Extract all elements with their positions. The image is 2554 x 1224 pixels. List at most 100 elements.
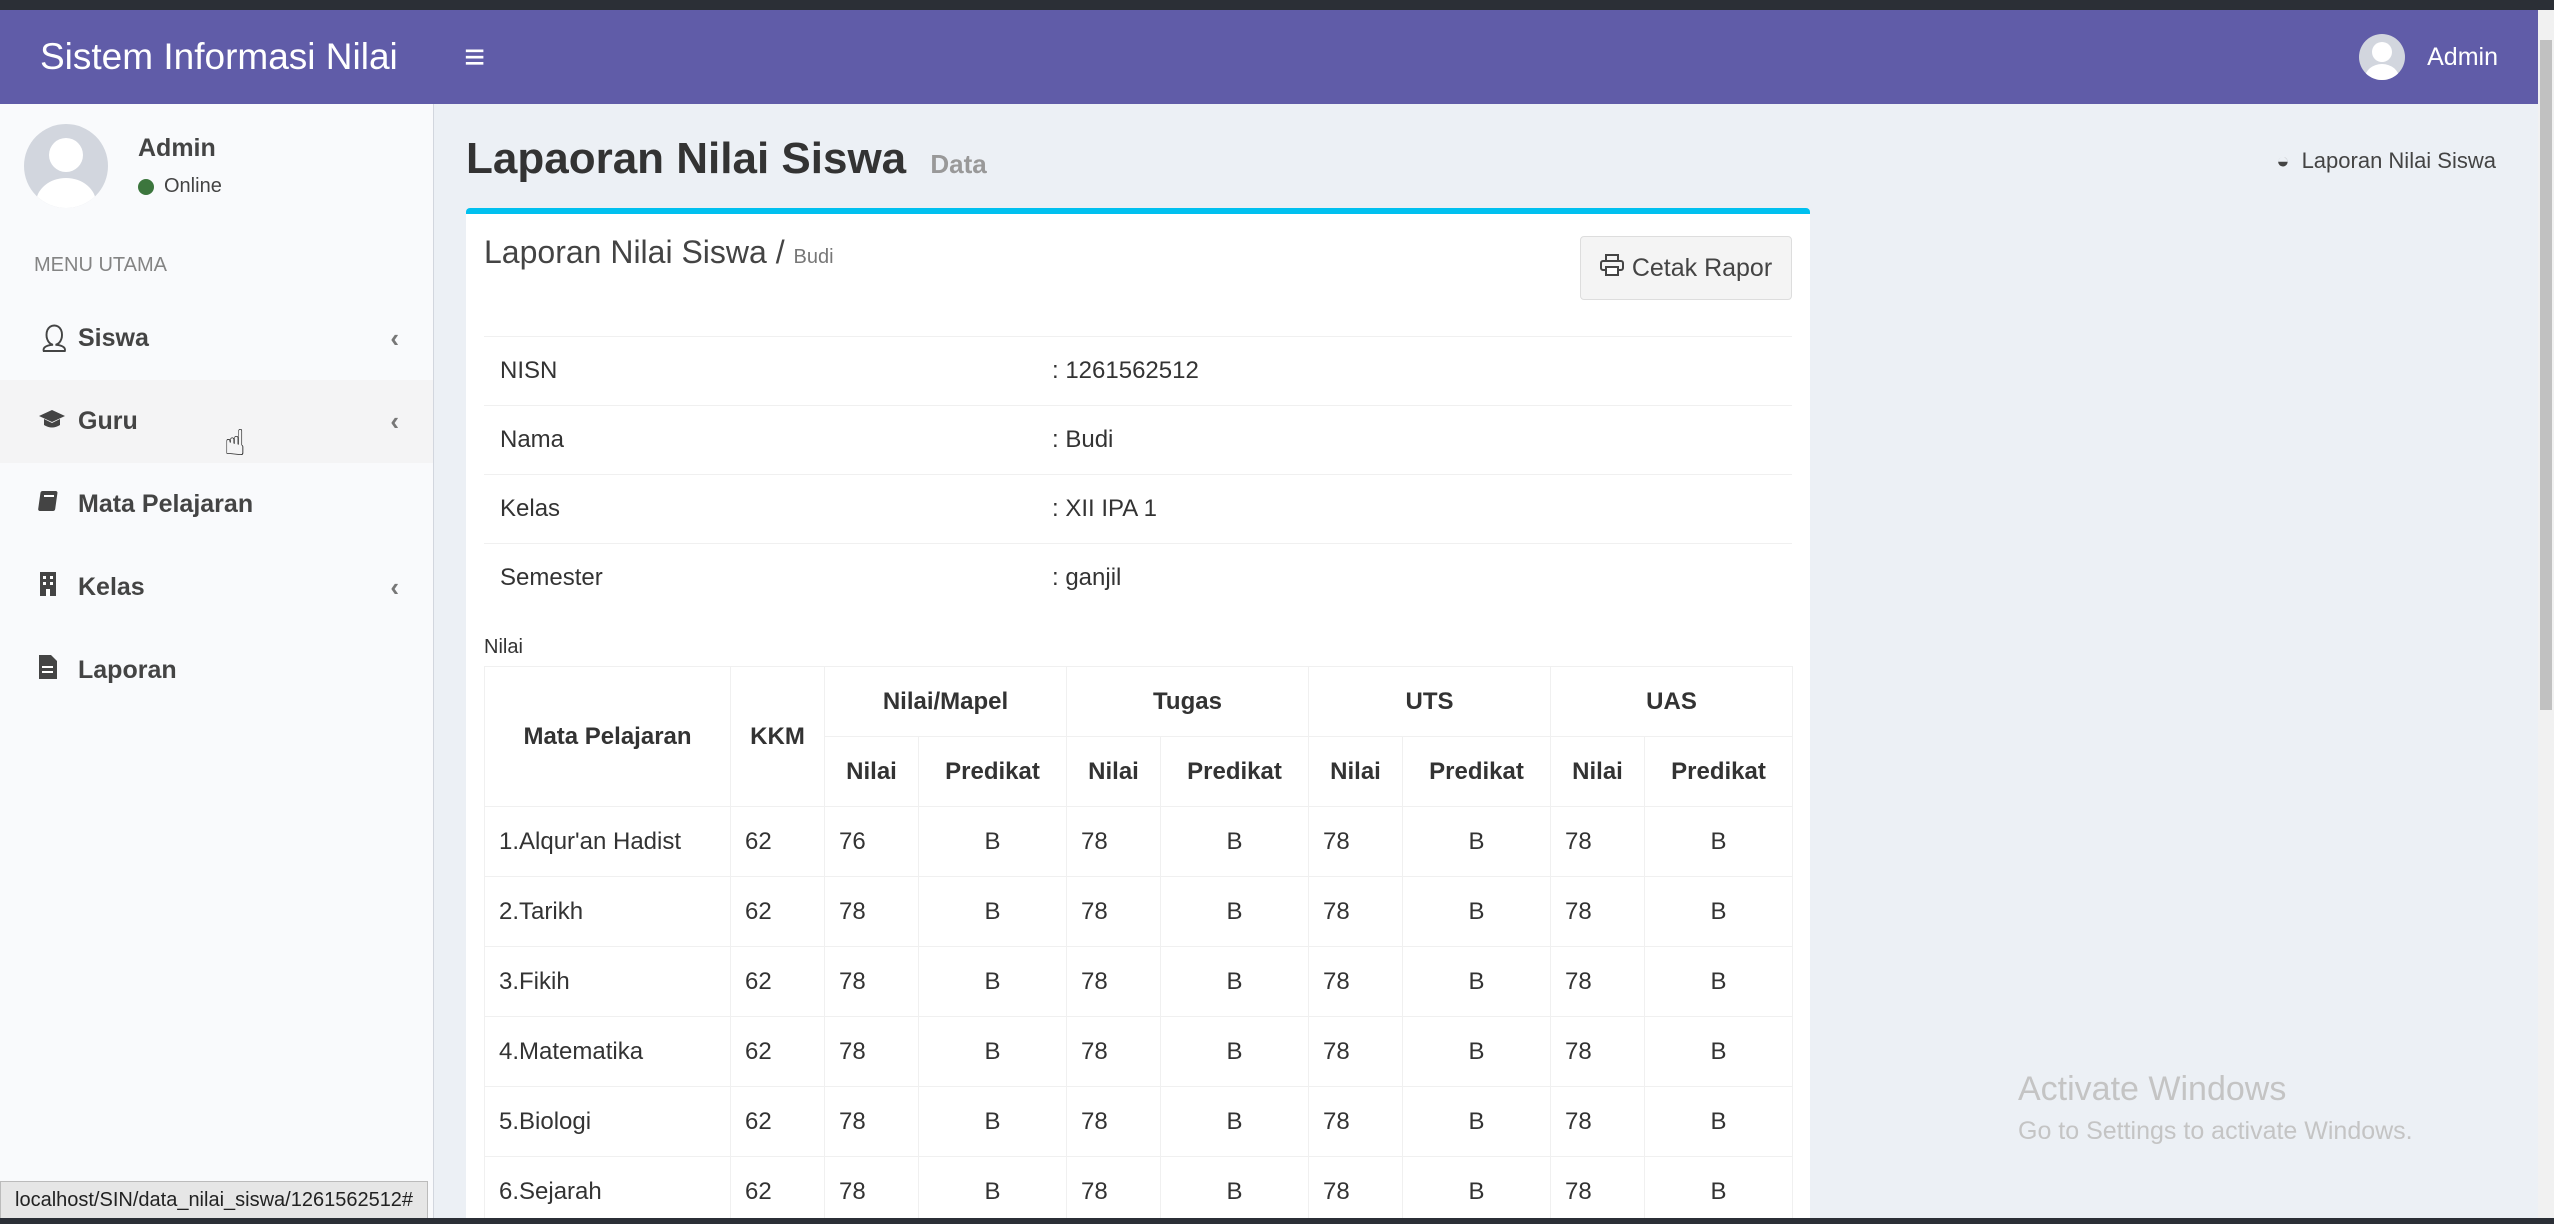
page-title: Lapaoran Nilai Siswa Data <box>466 134 987 184</box>
predikat-cell: B <box>1160 946 1309 1017</box>
predikat-cell: B <box>918 1156 1067 1224</box>
page-subtitle: Data <box>930 149 987 179</box>
box-title: Laporan Nilai Siswa / Budi <box>484 234 834 271</box>
column-subheader: Predikat <box>1160 736 1309 807</box>
nilai-cell: 78 <box>1550 876 1645 947</box>
chevron-left-icon: ‹ <box>390 406 399 436</box>
sidebar-item-label: Kelas <box>78 573 145 601</box>
nilai-cell: 78 <box>824 1016 919 1087</box>
scrollbar-thumb[interactable] <box>2540 40 2552 710</box>
chevron-left-icon: ‹ <box>390 572 399 602</box>
page-scrollbar[interactable] <box>2538 10 2554 1218</box>
menu-toggle-icon[interactable]: ≡ <box>464 36 485 78</box>
nilai-cell: 78 <box>824 876 919 947</box>
column-group-header: Nilai/Mapel <box>824 666 1067 737</box>
predikat-cell: B <box>918 876 1067 947</box>
info-key: NISN <box>484 336 1052 406</box>
app-title[interactable]: Sistem Informasi Nilai <box>0 10 434 104</box>
table-row: 5.Biologi 62 78 B 78 B 78 B 78 B <box>484 1086 1794 1157</box>
nilai-cell: 78 <box>1308 1086 1403 1157</box>
kkm-cell: 62 <box>730 1086 825 1157</box>
info-row: Nama : Budi <box>484 405 1792 475</box>
nilai-cell: 78 <box>1308 876 1403 947</box>
graduation-cap-icon <box>38 406 78 437</box>
kkm-cell: 62 <box>730 1156 825 1224</box>
online-status: Online <box>138 175 222 198</box>
nilai-cell: 78 <box>1308 1156 1403 1224</box>
column-header: KKM <box>730 666 825 807</box>
column-header: Mata Pelajaran <box>484 666 731 807</box>
info-key: Semester <box>484 543 1052 613</box>
predikat-cell: B <box>1160 1086 1309 1157</box>
table-row: 3.Fikih 62 78 B 78 B 78 B 78 B <box>484 946 1794 1017</box>
predikat-cell: B <box>1643 876 1794 947</box>
info-row: NISN : 1261562512 <box>484 336 1792 406</box>
nilai-cell: 78 <box>1550 1016 1645 1087</box>
predikat-cell: B <box>1402 806 1551 877</box>
kkm-cell: 62 <box>730 876 825 947</box>
predikat-cell: B <box>1402 946 1551 1017</box>
window-top-edge <box>0 0 2554 10</box>
predikat-cell: B <box>1402 1086 1551 1157</box>
nilai-cell: 78 <box>1066 876 1161 947</box>
dashboard-icon: ◒ <box>2276 148 2290 173</box>
sidebar-item-siswa[interactable]: 👤︎ Siswa ‹ <box>0 297 433 380</box>
nilai-cell: 78 <box>1066 946 1161 1017</box>
sidebar-item-laporan[interactable]: Laporan <box>0 629 433 712</box>
grades-header-row: Mata Pelajaran KKM Nilai/Mapel Tugas UTS… <box>484 666 1794 807</box>
printer-icon <box>1599 253 1624 283</box>
sidebar-item-label: Siswa <box>78 324 149 352</box>
sidebar-item-guru[interactable]: Guru ‹ <box>0 380 433 463</box>
predikat-cell: B <box>1643 1156 1794 1224</box>
predikat-cell: B <box>1643 946 1794 1017</box>
navbar-user-menu[interactable]: Admin <box>2359 34 2538 80</box>
info-value: : ganjil <box>1052 543 1792 613</box>
column-subheader: Predikat <box>1402 736 1551 807</box>
top-navbar: Sistem Informasi Nilai ≡ Admin <box>0 10 2538 104</box>
nilai-cell: 78 <box>1550 1086 1645 1157</box>
sidebar-item-kelas[interactable]: Kelas ‹ <box>0 546 433 629</box>
nilai-cell: 78 <box>1066 1086 1161 1157</box>
predikat-cell: B <box>1643 1016 1794 1087</box>
predikat-cell: B <box>918 1016 1067 1087</box>
table-row: 4.Matematika 62 78 B 78 B 78 B 78 B <box>484 1016 1794 1087</box>
menu-header: MENU UTAMA <box>34 254 167 276</box>
sidebar-item-label: Mata Pelajaran <box>78 490 254 518</box>
subject-cell: 6.Sejarah <box>484 1156 731 1224</box>
nilai-cell: 78 <box>1550 946 1645 1017</box>
info-value: : 1261562512 <box>1052 336 1792 406</box>
nilai-cell: 78 <box>824 1156 919 1224</box>
column-group-header: Tugas <box>1066 666 1309 737</box>
navbar-user-name: Admin <box>2427 42 2498 71</box>
predikat-cell: B <box>918 806 1067 877</box>
breadcrumb[interactable]: ◒ Laporan Nilai Siswa <box>2276 148 2496 174</box>
navbar-avatar <box>2359 34 2406 80</box>
predikat-cell: B <box>1643 1086 1794 1157</box>
column-subheader: Nilai <box>824 736 919 807</box>
column-subheader: Predikat <box>918 736 1067 807</box>
hand-cursor-icon: ☝︎ <box>224 422 246 463</box>
report-box: Laporan Nilai Siswa / Budi Cetak Rapor N… <box>466 208 1810 1224</box>
info-value: : XII IPA 1 <box>1052 474 1792 544</box>
predikat-cell: B <box>1160 1156 1309 1224</box>
predikat-cell: B <box>1402 1156 1551 1224</box>
nilai-cell: 78 <box>1550 1156 1645 1224</box>
print-report-button[interactable]: Cetak Rapor <box>1580 236 1792 300</box>
student-name-crumb: Budi <box>793 246 834 268</box>
column-subheader: Nilai <box>1550 736 1645 807</box>
print-report-label: Cetak Rapor <box>1631 253 1773 282</box>
breadcrumb-item[interactable]: Laporan Nilai Siswa <box>2302 148 2496 174</box>
sidebar-avatar <box>24 124 108 208</box>
nilai-cell: 78 <box>1308 806 1403 877</box>
page-title-text: Lapaoran Nilai Siswa <box>466 134 907 183</box>
book-icon <box>38 489 78 520</box>
building-icon <box>38 571 78 604</box>
online-status-label: Online <box>164 175 222 197</box>
subject-cell: 4.Matematika <box>484 1016 731 1087</box>
grades-section-label: Nilai <box>484 636 523 658</box>
predikat-cell: B <box>1160 1016 1309 1087</box>
column-group-header: UTS <box>1308 666 1551 737</box>
sidebar-item-mata-pelajaran[interactable]: Mata Pelajaran <box>0 463 433 546</box>
info-key: Kelas <box>484 474 1052 544</box>
kkm-cell: 62 <box>730 1016 825 1087</box>
